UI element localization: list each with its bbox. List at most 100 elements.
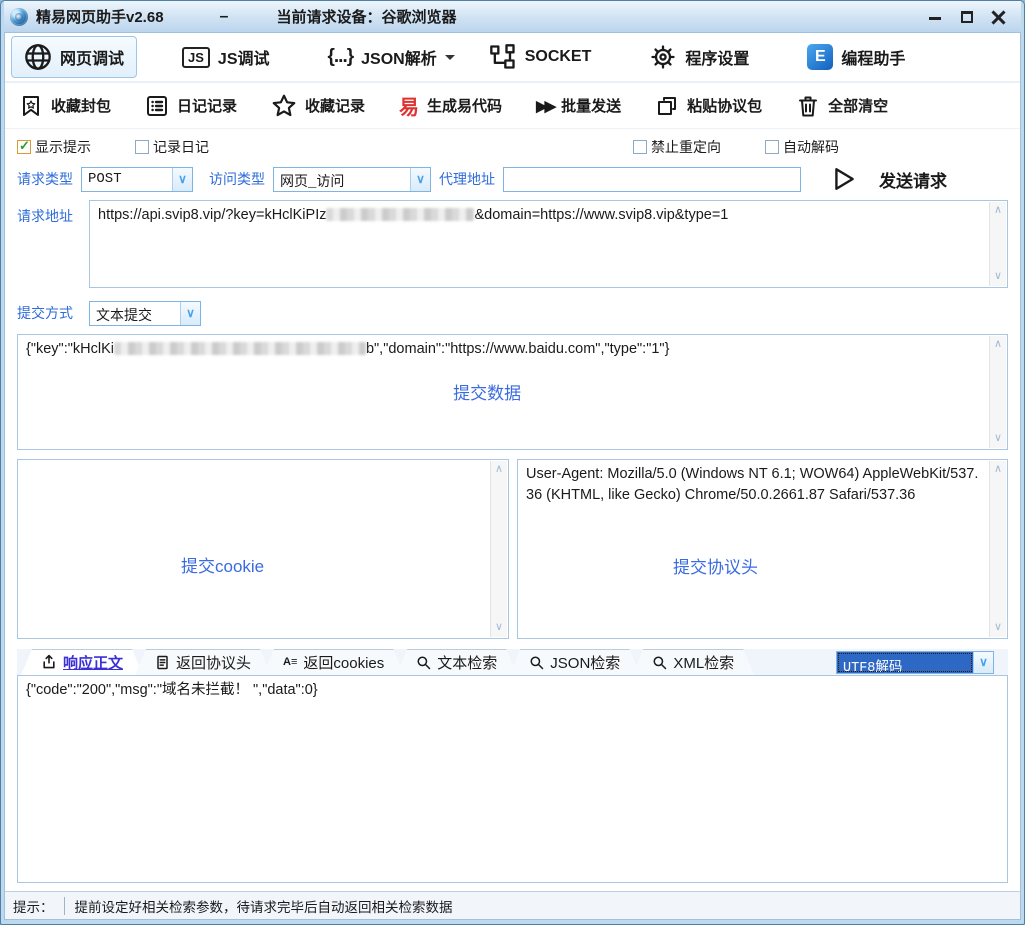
tab-xml-search[interactable]: XML检索 <box>632 649 754 675</box>
packet-toolbar: 收藏封包 日记记录 收藏记录 易 生成易代码 ▶▶ 批量发送 粘贴协议包 <box>5 83 1020 129</box>
fast-forward-icon: ▶▶ <box>536 97 553 115</box>
scroll-up-icon[interactable]: ∧ <box>495 462 503 478</box>
trash-icon <box>796 94 820 118</box>
tab-socket[interactable]: SOCKET <box>476 36 605 78</box>
checkbox-auto-decode[interactable]: 自动解码 <box>765 137 839 157</box>
result-tabs: 响应正文 返回协议头 A≡ 返回cookies 文本检索 JSON检索 <box>17 649 1008 676</box>
search-icon <box>416 655 431 670</box>
access-type-select[interactable]: 网页_访问 ∨ <box>273 167 431 192</box>
document-icon <box>155 655 170 670</box>
nav-label: SOCKET <box>525 48 592 66</box>
scrollbar[interactable]: ∧∨ <box>989 202 1006 286</box>
batch-send-button[interactable]: ▶▶ 批量发送 <box>536 95 621 116</box>
main-nav: 网页调试 JS JS调试 {...} JSON解析 SOCKET 程序设置 <box>5 33 1020 83</box>
favorite-packet-button[interactable]: 收藏封包 <box>19 94 111 118</box>
clear-all-button[interactable]: 全部清空 <box>796 94 888 118</box>
toolbar-label: 批量发送 <box>561 95 621 116</box>
chevron-down-icon[interactable]: ∨ <box>410 168 430 191</box>
minimize-icon[interactable] <box>927 9 943 25</box>
tab-settings[interactable]: 程序设置 <box>636 36 762 78</box>
chevron-down-icon[interactable]: ∨ <box>180 302 200 325</box>
headers-textarea[interactable]: User-Agent: Mozilla/5.0 (Windows NT 6.1;… <box>517 459 1008 639</box>
generate-easy-code-button[interactable]: 易 生成易代码 <box>399 91 502 120</box>
favorite-records-button[interactable]: 收藏记录 <box>271 93 365 119</box>
nav-label: JSON解析 <box>361 45 437 69</box>
checkbox-show-tips[interactable]: 显示提示 <box>17 137 91 157</box>
scroll-up-icon[interactable]: ∧ <box>994 337 1002 353</box>
redacted-blur <box>114 342 366 355</box>
request-type-select[interactable]: POST ∨ <box>81 167 193 192</box>
tab-js-debug[interactable]: JS JS调试 <box>169 38 282 76</box>
scrollbar[interactable]: ∧∨ <box>989 461 1006 637</box>
proxy-input[interactable] <box>503 167 801 192</box>
paste-protocol-button[interactable]: 粘贴协议包 <box>655 94 762 118</box>
tab-response-body[interactable]: 响应正文 <box>21 649 143 675</box>
submit-method-select[interactable]: 文本提交 ∨ <box>89 301 201 326</box>
post-data-textarea[interactable]: {"key":"kHclKi b","domain":"https://www.b… <box>17 334 1008 450</box>
checkbox-disable-redirect[interactable]: 禁止重定向 <box>633 137 721 157</box>
send-request-button[interactable]: 发送请求 <box>831 166 947 192</box>
maximize-icon[interactable] <box>959 9 975 25</box>
tab-coding-assistant[interactable]: E 编程助手 <box>794 37 918 77</box>
scroll-up-icon[interactable]: ∧ <box>994 462 1002 478</box>
globe-icon <box>24 43 52 71</box>
client-area: 网页调试 JS JS调试 {...} JSON解析 SOCKET 程序设置 <box>4 32 1021 920</box>
toolbar-label: 全部清空 <box>828 95 888 116</box>
tab-label: 文本检索 <box>437 652 497 673</box>
chevron-down-icon[interactable]: ∨ <box>973 652 993 673</box>
url-text: &domain=https://www.svip8.vip&type=1 <box>474 207 728 223</box>
redacted-blur <box>326 208 474 221</box>
scroll-up-icon[interactable]: ∧ <box>994 203 1002 219</box>
diary-log-button[interactable]: 日记记录 <box>145 94 237 118</box>
braces-icon: {...} <box>328 46 354 68</box>
checkbox-icon[interactable] <box>633 140 647 154</box>
status-bar: 提示： 提前设定好相关检索参数，待请求完毕后自动返回相关检索数据 <box>5 891 1020 919</box>
scroll-down-icon[interactable]: ∨ <box>994 620 1002 636</box>
tab-json-search[interactable]: JSON检索 <box>509 649 640 675</box>
response-body-textarea[interactable]: {"code":"200","msg":"域名未拦截！ ","data":0} <box>17 676 1008 883</box>
tab-response-headers[interactable]: 返回协议头 <box>135 649 271 675</box>
scroll-down-icon[interactable]: ∨ <box>495 620 503 636</box>
tab-web-debug[interactable]: 网页调试 <box>11 36 137 78</box>
submit-method-label: 提交方式 <box>17 303 79 323</box>
checkbox-checked-icon[interactable] <box>17 140 31 154</box>
assistant-e-icon: E <box>807 44 833 70</box>
request-form: 显示提示 记录日记 禁止重定向 自动解码 请求类型 <box>5 129 1020 891</box>
tab-response-cookies[interactable]: A≡ 返回cookies <box>263 649 404 675</box>
request-url-textarea[interactable]: https://api.svip8.vip/?key=kHclKiPIz&dom… <box>89 200 1008 288</box>
cookie-watermark: 提交cookie <box>181 555 264 580</box>
star-icon <box>271 93 297 119</box>
proxy-label: 代理地址 <box>439 169 495 189</box>
scroll-down-icon[interactable]: ∨ <box>994 269 1002 285</box>
request-type-label: 请求类型 <box>17 169 73 189</box>
toolbar-label: 粘贴协议包 <box>687 95 762 116</box>
toolbar-label: 生成易代码 <box>427 95 502 116</box>
scrollbar[interactable]: ∧∨ <box>989 336 1006 448</box>
status-prefix: 提示： <box>13 896 54 916</box>
scroll-down-icon[interactable]: ∨ <box>994 431 1002 447</box>
tab-text-search[interactable]: 文本检索 <box>396 649 517 675</box>
scrollbar[interactable]: ∧∨ <box>490 461 507 637</box>
checkbox-icon[interactable] <box>135 140 149 154</box>
decode-select[interactable]: UTF8解码 ∨ <box>836 651 994 674</box>
post-data-text: {"key":"kHclKi <box>26 341 114 357</box>
post-data-watermark: 提交数据 <box>453 382 521 407</box>
send-request-label: 发送请求 <box>879 167 947 192</box>
request-url-label: 请求地址 <box>17 200 79 288</box>
nav-label: 网页调试 <box>60 45 124 69</box>
status-text: 提前设定好相关检索参数，待请求完毕后自动返回相关检索数据 <box>75 896 453 916</box>
checkbox-record-diary[interactable]: 记录日记 <box>135 137 209 157</box>
chevron-down-icon[interactable]: ∨ <box>172 168 192 191</box>
close-icon[interactable] <box>991 9 1007 25</box>
tab-label: 返回cookies <box>303 652 384 673</box>
tab-label: XML检索 <box>673 652 734 673</box>
export-icon <box>41 654 57 670</box>
cookie-textarea[interactable]: 提交cookie ∧∨ <box>17 459 509 639</box>
socket-icon <box>489 43 517 71</box>
post-data-text: b","domain":"https://www.baidu.com","typ… <box>366 341 669 357</box>
title-bar: 精易网页助手v2.68 – 当前请求设备：谷歌浏览器 <box>4 1 1021 32</box>
response-text: {"code":"200","msg":"域名未拦截！ ","data":0} <box>18 676 1007 705</box>
checkbox-icon[interactable] <box>765 140 779 154</box>
tab-json-parse[interactable]: {...} JSON解析 <box>315 38 468 76</box>
toolbar-label: 收藏记录 <box>305 95 365 116</box>
